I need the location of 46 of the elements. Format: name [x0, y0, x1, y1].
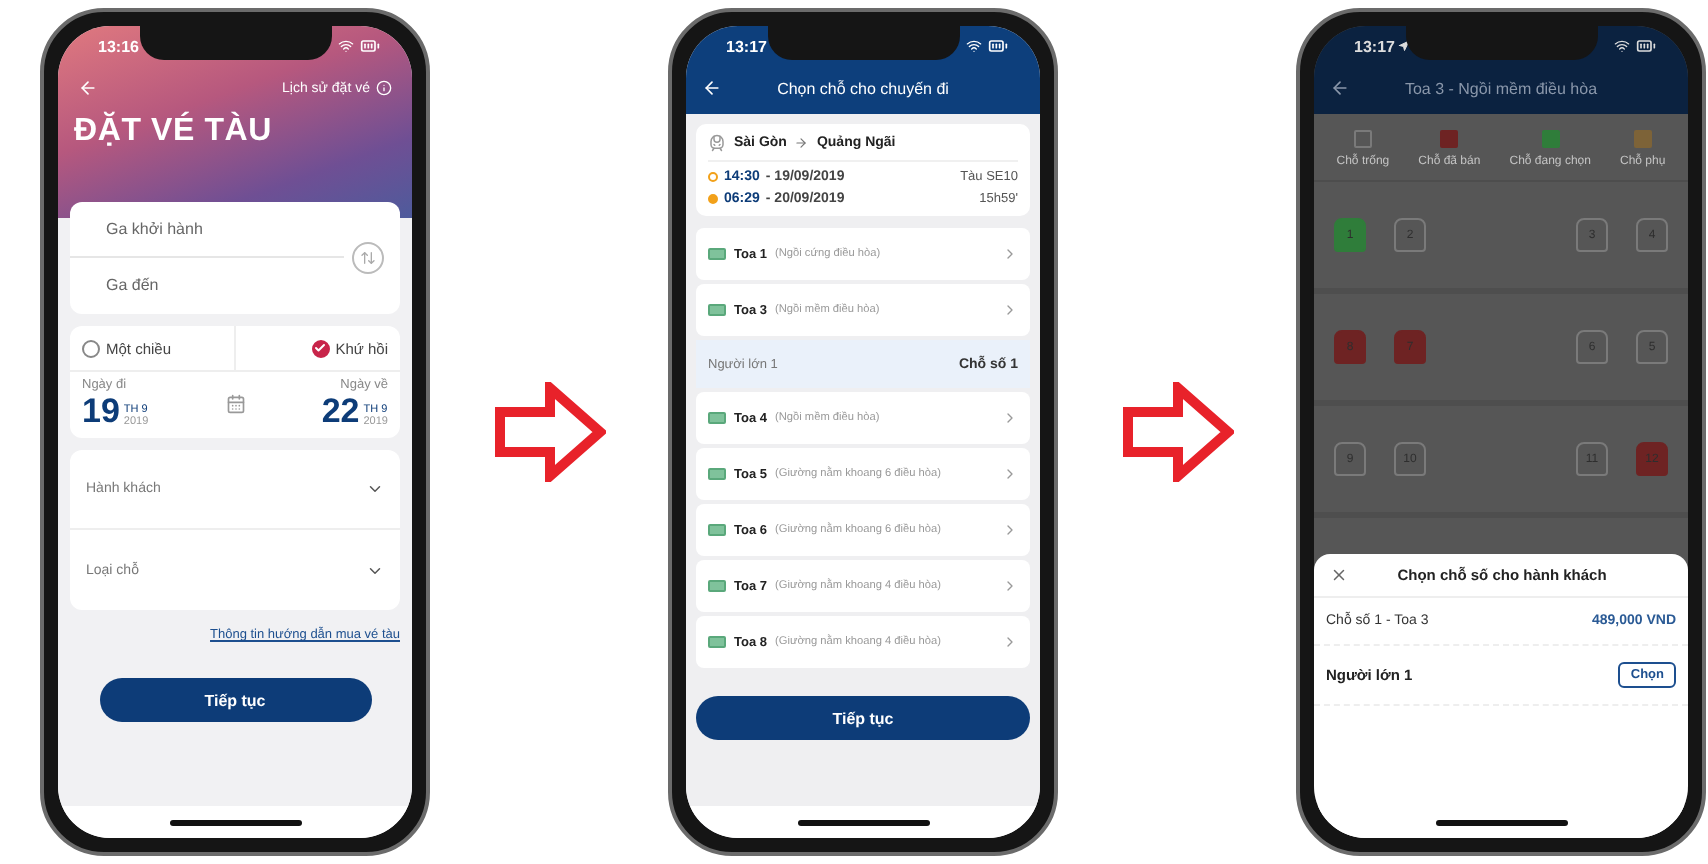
battery-icon — [360, 36, 380, 56]
arrival-field[interactable]: Ga đến — [70, 258, 344, 314]
chevron-right-icon — [1002, 466, 1018, 482]
back-icon[interactable] — [702, 78, 722, 98]
coach-icon — [708, 412, 726, 424]
continue-button[interactable]: Tiếp tục — [99, 678, 371, 722]
chevron-right-icon — [1002, 522, 1018, 538]
timeline-dot — [708, 172, 718, 182]
wifi-icon — [1614, 38, 1630, 54]
radio-icon — [82, 339, 100, 357]
coach-icon — [708, 524, 726, 536]
coach-icon — [708, 248, 726, 260]
status-time: 13:17 — [1354, 37, 1411, 55]
date-day[interactable]: 22 — [321, 394, 360, 428]
right-arrow-icon — [494, 382, 605, 482]
close-icon[interactable] — [1330, 566, 1348, 584]
chevron-down-icon — [366, 480, 384, 498]
continue-button[interactable]: Tiếp tục — [696, 696, 1030, 740]
train-icon — [708, 134, 726, 152]
coach-icon — [708, 304, 726, 316]
radio-icon — [311, 339, 330, 357]
chevron-right-icon — [1002, 410, 1018, 426]
page-title: ĐẶT VÉ TÀU — [72, 109, 274, 150]
swap-icon — [360, 250, 376, 266]
chevron-right-icon — [1002, 246, 1018, 262]
wifi-icon — [338, 38, 354, 54]
screen-title: Chọn chỗ cho chuyến đi — [775, 79, 951, 97]
battery-icon — [988, 36, 1008, 56]
chevron-right-icon — [1002, 634, 1018, 650]
info-icon — [376, 80, 392, 96]
timeline-dot — [708, 194, 718, 204]
departure-field[interactable]: Ga khởi hành — [70, 202, 344, 258]
chevron-right-icon — [1002, 302, 1018, 318]
location-icon — [1398, 40, 1411, 52]
coach-icon — [708, 636, 726, 648]
battery-icon — [1636, 36, 1656, 56]
back-icon[interactable] — [1330, 78, 1350, 98]
arrow-icon — [794, 136, 809, 150]
chevron-right-icon — [1002, 578, 1018, 594]
screen-title: Toa 3 - Ngồi mềm điều hòa — [1402, 79, 1600, 97]
date-day[interactable]: 19 — [82, 394, 120, 428]
coach-icon — [708, 580, 726, 592]
coach-icon — [708, 468, 726, 480]
calendar-icon — [225, 393, 245, 413]
wifi-icon — [966, 38, 982, 54]
right-arrow-icon — [1122, 382, 1233, 482]
